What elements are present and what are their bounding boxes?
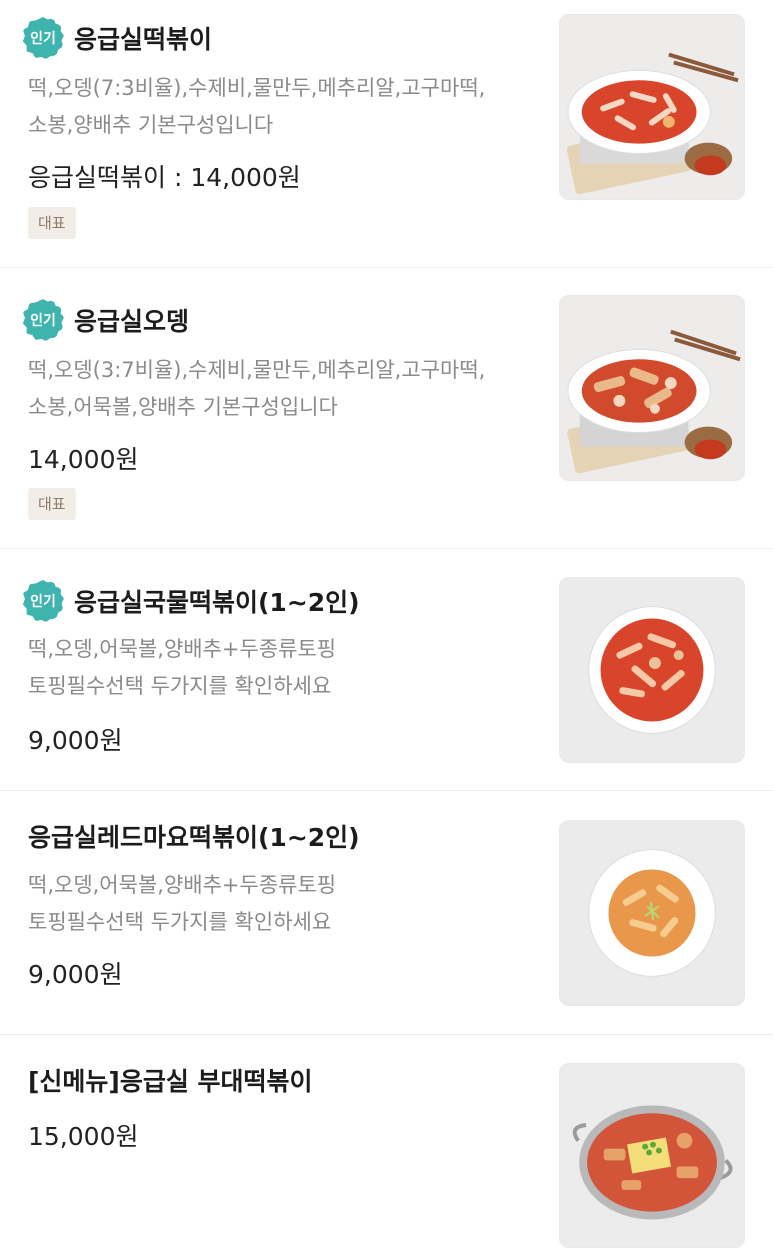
menu-item-title-row: 응급실레드마요떡볶이(1~2인)	[22, 816, 360, 856]
menu-item-title-row: 인기 응급실떡볶이	[22, 17, 213, 59]
description-line: 떡,오뎅(7:3비율),수제비,물만두,메추리알,고구마떡,	[28, 76, 486, 100]
budae-tteokbokki-pan-photo[interactable]	[559, 1063, 745, 1248]
menu-item-price: 9,000원	[28, 960, 123, 989]
menu-item[interactable]: [신메뉴]응급실 부대떡볶이 15,000원	[0, 1035, 773, 1248]
description-line: 토핑필수선택 두가지를 확인하세요	[28, 674, 332, 698]
menu-item[interactable]: 인기 응급실오뎅 떡,오뎅(3:7비율),수제비,물만두,메추리알,고구마떡, …	[0, 268, 773, 549]
menu-item-price: 응급실떡볶이 : 14,000원	[28, 163, 301, 192]
menu-item-description: 떡,오뎅,어묵볼,양배추+두종류토핑 토핑필수선택 두가지를 확인하세요	[28, 631, 538, 705]
popular-badge: 인기	[22, 299, 64, 341]
menu-item-title: 응급실레드마요떡볶이(1~2인)	[28, 823, 360, 852]
menu-item[interactable]: 인기 응급실국물떡볶이(1~2인) 떡,오뎅,어묵볼,양배추+두종류토핑 토핑필…	[0, 549, 773, 791]
odeng-plate-photo[interactable]	[559, 295, 745, 481]
redmayo-tteokbokki-bowl-photo[interactable]	[559, 820, 745, 1006]
menu-item-price: 15,000원	[28, 1122, 139, 1151]
menu-item-title: 응급실떡볶이	[74, 25, 213, 54]
menu-item-title: 응급실국물떡볶이(1~2인)	[74, 588, 360, 617]
popular-badge: 인기	[22, 580, 64, 622]
menu-item-title-row: [신메뉴]응급실 부대떡볶이	[22, 1060, 313, 1100]
description-line: 소봉,양배추 기본구성입니다	[28, 113, 274, 137]
menu-item[interactable]: 인기 응급실떡볶이 떡,오뎅(7:3비율),수제비,물만두,메추리알,고구마떡,…	[0, 0, 773, 268]
menu-item-title: [신메뉴]응급실 부대떡볶이	[28, 1067, 313, 1096]
tteokbokki-plate-photo[interactable]	[559, 14, 745, 200]
popular-badge: 인기	[22, 17, 64, 59]
description-line: 소봉,어묵볼,양배추 기본구성입니다	[28, 395, 338, 419]
soup-tteokbokki-bowl-photo[interactable]	[559, 577, 745, 763]
description-line: 떡,오뎅,어묵볼,양배추+두종류토핑	[28, 873, 337, 897]
menu-item-description: 떡,오뎅(3:7비율),수제비,물만두,메추리알,고구마떡, 소봉,어묵볼,양배…	[28, 352, 538, 426]
menu-item[interactable]: 응급실레드마요떡볶이(1~2인) 떡,오뎅,어묵볼,양배추+두종류토핑 토핑필수…	[0, 791, 773, 1035]
menu-item-price: 14,000원	[28, 445, 139, 474]
menu-item-description: 떡,오뎅(7:3비율),수제비,물만두,메추리알,고구마떡, 소봉,양배추 기본…	[28, 70, 538, 144]
description-line: 떡,오뎅,어묵볼,양배추+두종류토핑	[28, 637, 337, 661]
menu-item-title-row: 인기 응급실오뎅	[22, 299, 190, 341]
menu-item-description: 떡,오뎅,어묵볼,양배추+두종류토핑 토핑필수선택 두가지를 확인하세요	[28, 867, 538, 941]
menu-item-price: 9,000원	[28, 726, 123, 755]
description-line: 토핑필수선택 두가지를 확인하세요	[28, 910, 332, 934]
signature-tag: 대표	[28, 488, 76, 520]
menu-list: 인기 응급실떡볶이 떡,오뎅(7:3비율),수제비,물만두,메추리알,고구마떡,…	[0, 0, 773, 1248]
menu-item-title-row: 인기 응급실국물떡볶이(1~2인)	[22, 580, 360, 622]
signature-tag: 대표	[28, 207, 76, 239]
menu-item-title: 응급실오뎅	[74, 307, 190, 336]
description-line: 떡,오뎅(3:7비율),수제비,물만두,메추리알,고구마떡,	[28, 358, 486, 382]
